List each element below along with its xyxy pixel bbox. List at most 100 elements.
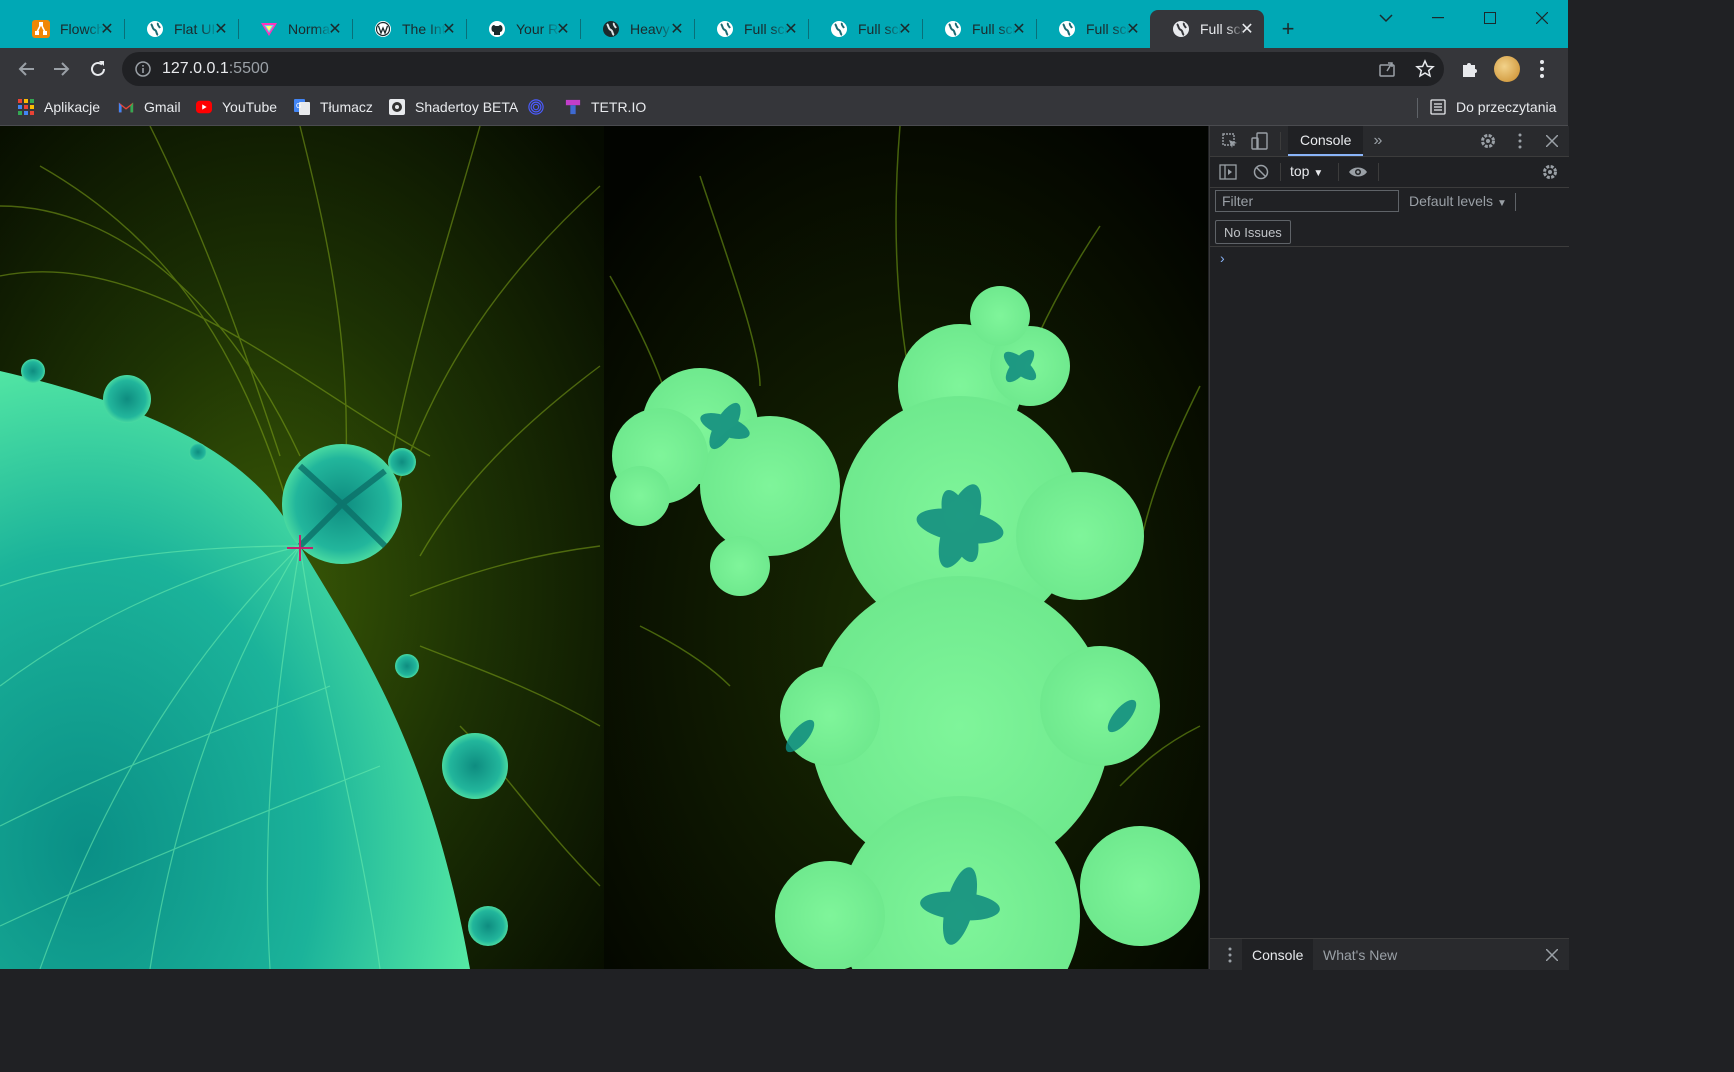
browser-toolbar: 127.0.0.1:5500 xyxy=(0,48,1568,90)
browser-tab[interactable]: Flowchart✕ xyxy=(10,10,125,48)
apps-grid-icon xyxy=(18,99,34,115)
share-icon[interactable] xyxy=(1378,60,1396,83)
forward-button[interactable] xyxy=(50,57,74,81)
browser-tab[interactable]: Full screen✕ xyxy=(808,10,923,48)
sidebar-toggle-icon[interactable] xyxy=(1218,162,1238,182)
bookmark-label: Aplikacje xyxy=(44,99,101,115)
tab-close-icon[interactable]: ✕ xyxy=(1124,20,1142,38)
new-tab-button[interactable]: + xyxy=(1276,17,1300,41)
browser-tab[interactable]: Your Repositories✕ xyxy=(466,10,581,48)
mandelbrot-bulb-small-2 xyxy=(442,733,508,799)
back-button[interactable] xyxy=(14,57,38,81)
tab-strip: Flowchart✕Flat UI✕Normal✕The Internet✕Yo… xyxy=(0,0,1568,48)
svg-text:G: G xyxy=(296,103,301,110)
drawer-close-icon[interactable] xyxy=(1542,945,1562,965)
bookmarks-bar: Aplikacje Gmail YouTube G Tłumacz Shadertoy B… xyxy=(0,90,1568,126)
tab-close-icon[interactable]: ✕ xyxy=(782,20,800,38)
bookmark-item[interactable]: TETR.IO xyxy=(565,96,646,118)
mandelbrot-bulb-small-5 xyxy=(395,654,419,678)
drawer-menu-icon[interactable] xyxy=(1220,945,1240,965)
toolbar-divider xyxy=(1515,193,1516,211)
console-prompt[interactable]: › xyxy=(1220,250,1225,266)
bookmark-label: Gmail xyxy=(144,99,181,115)
live-expression-eye-icon[interactable] xyxy=(1348,162,1368,182)
browser-menu-icon[interactable] xyxy=(1534,58,1550,85)
translate-icon: G xyxy=(294,99,310,115)
devtools-close-icon[interactable] xyxy=(1542,131,1562,151)
console-toolbar: top ▼ xyxy=(1210,157,1569,188)
profile-avatar[interactable] xyxy=(1494,56,1520,82)
browser-tab[interactable]: Full screen✕ xyxy=(694,10,809,48)
bookmark-label: Shadertoy BETA xyxy=(415,99,519,115)
address-bar[interactable]: 127.0.0.1:5500 xyxy=(122,52,1444,86)
globe-icon xyxy=(1172,20,1190,38)
browser-tab[interactable]: Flat UI ✕ xyxy=(124,10,239,48)
toolbar-divider xyxy=(1280,163,1281,181)
tab-close-icon[interactable]: ✕ xyxy=(896,20,914,38)
site-info-icon[interactable] xyxy=(134,60,152,78)
console-filter-input[interactable]: Filter xyxy=(1215,190,1399,212)
mandelbrot-bulb-small-7 xyxy=(189,443,207,461)
tab-close-icon[interactable]: ✕ xyxy=(98,20,116,38)
inspect-element-icon[interactable] xyxy=(1220,131,1240,151)
toolbar-divider xyxy=(1338,163,1339,181)
browser-tab[interactable]: The Internet✕ xyxy=(352,10,467,48)
console-separator xyxy=(1210,246,1569,247)
drawer-tab-console[interactable]: Console xyxy=(1242,939,1314,970)
prompt-caret: › xyxy=(1220,250,1225,266)
page-canvas[interactable] xyxy=(0,126,1208,969)
reading-list-button[interactable]: Do przeczytania xyxy=(1430,96,1556,118)
browser-tab[interactable]: Full screen✕ xyxy=(922,10,1037,48)
globe-icon xyxy=(944,20,962,38)
bookmark-item[interactable] xyxy=(528,96,554,118)
tab-console[interactable]: Console xyxy=(1288,126,1364,156)
bookmark-item[interactable]: Gmail xyxy=(118,96,181,118)
tab-close-icon[interactable]: ✕ xyxy=(554,20,572,38)
mandelbrot-bulb-small-4 xyxy=(388,448,416,476)
tab-close-icon[interactable]: ✕ xyxy=(212,20,230,38)
context-selector[interactable]: top ▼ xyxy=(1290,163,1323,179)
console-settings-icon[interactable] xyxy=(1540,162,1560,182)
more-tabs-icon[interactable]: » xyxy=(1368,131,1388,151)
extensions-puzzle-icon[interactable] xyxy=(1460,59,1480,84)
devtools-tabbar: Console » xyxy=(1210,126,1569,157)
chevron-down-icon: ▼ xyxy=(1496,198,1507,209)
url-text[interactable]: 127.0.0.1:5500 xyxy=(162,60,269,78)
tab-close-icon[interactable]: ✕ xyxy=(440,20,458,38)
browser-tab[interactable]: Heavy ✕ xyxy=(580,10,695,48)
browser-tab[interactable]: Full screen✕ xyxy=(1036,10,1150,48)
mandelbrot-bulb-small-1 xyxy=(103,375,151,423)
spiral-icon xyxy=(528,99,544,115)
device-toolbar-icon[interactable] xyxy=(1250,131,1270,151)
youtube-icon xyxy=(196,99,212,115)
bookmark-star-icon[interactable] xyxy=(1415,59,1435,84)
tab-search-icon[interactable] xyxy=(1366,6,1406,30)
tab-close-icon[interactable]: ✕ xyxy=(1238,20,1256,38)
devtools-settings-icon[interactable] xyxy=(1478,131,1498,151)
issues-button[interactable]: No Issues xyxy=(1215,220,1291,244)
log-levels-dropdown[interactable]: Default levels ▼ xyxy=(1409,193,1507,209)
issues-label: No Issues xyxy=(1224,224,1282,240)
reload-button[interactable] xyxy=(86,57,110,81)
browser-tab[interactable]: Normal ✕ xyxy=(238,10,353,48)
wordpress-icon xyxy=(374,20,392,38)
bookmark-item[interactable]: Aplikacje xyxy=(18,96,100,118)
close-window-button[interactable] xyxy=(1522,6,1562,30)
clear-console-icon[interactable] xyxy=(1251,162,1271,182)
drawio-icon xyxy=(32,20,50,38)
browser-tab[interactable]: Full screen✕ xyxy=(1150,10,1264,48)
tab-close-icon[interactable]: ✕ xyxy=(326,20,344,38)
bookmark-label: TETR.IO xyxy=(591,99,647,115)
tab-close-icon[interactable]: ✕ xyxy=(1010,20,1028,38)
maximize-button[interactable] xyxy=(1470,6,1510,30)
drawer-tab-whats-new-label: What's New xyxy=(1323,946,1398,963)
fractal-render xyxy=(0,126,1208,969)
minimize-button[interactable] xyxy=(1418,6,1458,30)
tab-close-icon[interactable]: ✕ xyxy=(668,20,686,38)
bookmark-item[interactable]: YouTube xyxy=(196,96,277,118)
bookmark-item[interactable]: G Tłumacz xyxy=(294,96,373,118)
devtools-menu-icon[interactable] xyxy=(1510,131,1530,151)
devtools-panel: Console » top ▼ Filter Default levels ▼ xyxy=(1209,126,1569,970)
bookmark-item[interactable]: Shadertoy BETA xyxy=(389,96,518,118)
drawer-tab-whats-new[interactable]: What's New xyxy=(1313,939,1407,970)
